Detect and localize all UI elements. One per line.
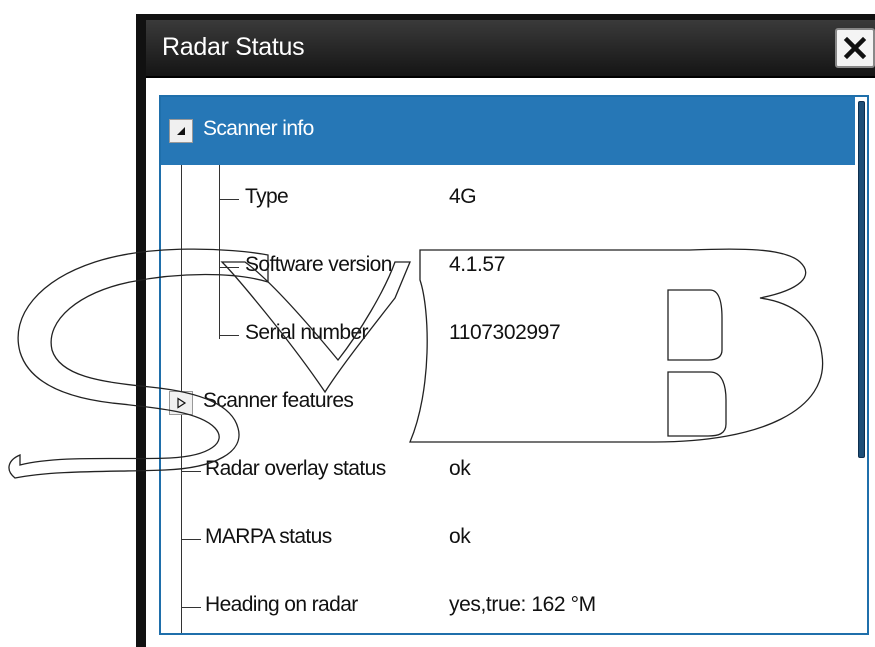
dialog-titlebar: Radar Status	[146, 20, 875, 78]
row-value: 1107302997	[449, 321, 561, 344]
tree-row-scanner-features[interactable]: Scanner features	[161, 369, 855, 437]
row-value: yes,true: 162 °M	[449, 593, 596, 616]
row-value: 4.1.57	[449, 253, 505, 276]
row-label: Radar overlay status	[205, 457, 386, 480]
tree-row-radar-overlay-status[interactable]: Radar overlay status ok	[161, 437, 855, 505]
close-x-icon	[843, 36, 867, 60]
tree-row-serial-number[interactable]: Serial number 1107302997	[161, 301, 855, 369]
row-label: Type	[245, 185, 289, 208]
row-label: Serial number	[245, 321, 369, 344]
expand-triangle-icon[interactable]	[169, 391, 193, 415]
tree-row-marpa-status[interactable]: MARPA status ok	[161, 505, 855, 573]
collapse-triangle-icon[interactable]	[169, 119, 193, 143]
row-value: 4G	[449, 185, 477, 208]
row-label: Scanner features	[203, 389, 354, 412]
close-button[interactable]	[835, 28, 875, 68]
tree-row-software-version[interactable]: Software version 4.1.57	[161, 233, 855, 301]
row-label: Software version	[245, 253, 392, 276]
row-label: Heading on radar	[205, 593, 358, 616]
status-tree-panel[interactable]: Scanner info Type 4G Software version 4.…	[159, 95, 869, 635]
tree-row-type[interactable]: Type 4G	[161, 165, 855, 233]
row-value: ok	[449, 457, 471, 480]
vertical-scrollbar[interactable]	[858, 101, 865, 458]
row-label: Scanner info	[203, 117, 314, 140]
row-value: ok	[449, 525, 471, 548]
dialog-title: Radar Status	[162, 33, 305, 61]
row-label: MARPA status	[205, 525, 332, 548]
tree-row-scanner-info[interactable]: Scanner info	[161, 97, 855, 165]
tree-row-heading-on-radar[interactable]: Heading on radar yes,true: 162 °M	[161, 573, 855, 633]
radar-status-dialog: Radar Status Scanner info Type 4G Softwa	[136, 14, 875, 647]
